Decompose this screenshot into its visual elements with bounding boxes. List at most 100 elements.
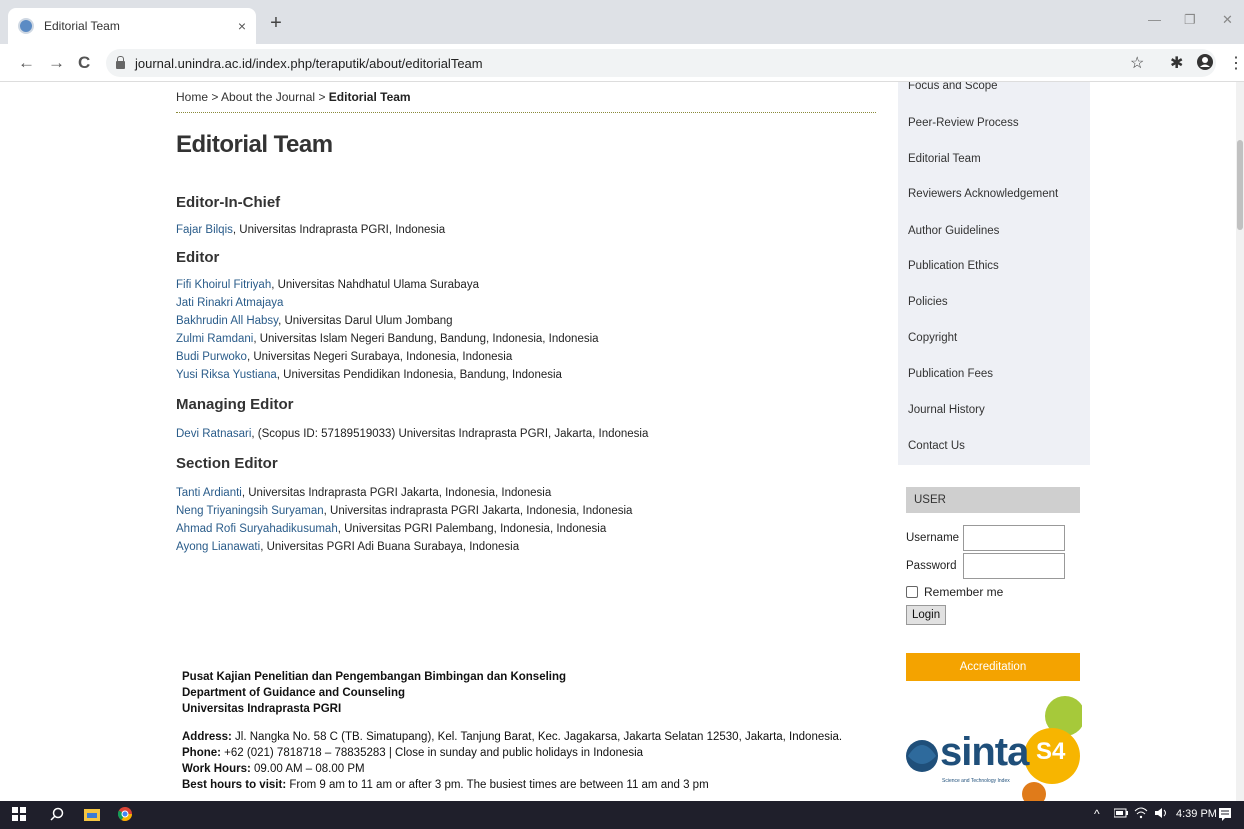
- breadcrumb-current: Editorial Team: [328, 90, 411, 104]
- person-name-link[interactable]: Neng Triyaningsih Suryaman: [176, 505, 324, 517]
- person-name-link[interactable]: Bakhrudin All Habsy: [176, 315, 278, 327]
- sidebar-item-contact-us[interactable]: Contact Us: [908, 440, 965, 452]
- file-explorer-icon[interactable]: [84, 807, 100, 824]
- list-item: Yusi Riksa Yustiana, Universitas Pendidi…: [176, 366, 876, 384]
- list-item: Fajar Bilqis, Universitas Indraprasta PG…: [176, 221, 876, 239]
- volume-icon[interactable]: [1154, 807, 1168, 822]
- hours-value: 09.00 AM – 08.00 PM: [250, 763, 365, 775]
- sidebar-item-publication-fees[interactable]: Publication Fees: [908, 368, 993, 380]
- tab-close-icon[interactable]: ×: [238, 18, 246, 34]
- sidebar-item-policies[interactable]: Policies: [908, 296, 948, 308]
- footer-university: Universitas Indraprasta PGRI: [182, 703, 342, 715]
- hours-label: Work Hours:: [182, 763, 251, 775]
- sidebar-item-peer-review[interactable]: Peer-Review Process: [908, 117, 1019, 129]
- remember-me-row: Remember me: [906, 585, 1080, 599]
- section-heading-managing-editor: Managing Editor: [176, 396, 294, 413]
- password-row: Password: [906, 553, 1080, 579]
- bookmark-star-icon[interactable]: ☆: [1130, 53, 1144, 73]
- tab-title: Editorial Team: [44, 19, 120, 33]
- affiliation: , Universitas Indraprasta PGRI, Indonesi…: [232, 224, 446, 236]
- password-label: Password: [906, 560, 957, 572]
- person-name-link[interactable]: Ahmad Rofi Suryahadikusumah: [176, 523, 338, 535]
- affiliation: , Universitas Darul Ulum Jombang: [278, 315, 453, 327]
- person-name-link[interactable]: Zulmi Ramdani: [176, 333, 253, 345]
- extensions-icon[interactable]: ✱: [1170, 53, 1183, 73]
- browser-tab[interactable]: Editorial Team ×: [8, 8, 256, 44]
- list-item: Fifi Khoirul Fitriyah, Universitas Nahdh…: [176, 276, 876, 294]
- back-icon[interactable]: ←: [18, 53, 35, 73]
- lock-icon: [116, 56, 125, 69]
- footer-institute: Pusat Kajian Penelitian dan Pengembangan…: [182, 671, 567, 683]
- remember-me-checkbox[interactable]: [906, 586, 918, 598]
- page-scrollbar[interactable]: [1236, 82, 1244, 801]
- footer-department: Department of Guidance and Counseling: [182, 687, 405, 699]
- affiliation: , Universitas Pendidikan Indonesia, Band…: [276, 369, 562, 381]
- sidebar-item-editorial-team[interactable]: Editorial Team: [908, 153, 981, 165]
- tray-expand-icon[interactable]: ^: [1094, 807, 1100, 821]
- page-content: Home > About the Journal > Editorial Tea…: [0, 82, 1244, 801]
- windows-start-icon[interactable]: [12, 807, 26, 824]
- minimize-icon[interactable]: —: [1148, 12, 1161, 27]
- list-item: Bakhrudin All Habsy, Universitas Darul U…: [176, 312, 876, 330]
- restore-icon[interactable]: ❐: [1184, 12, 1196, 28]
- footer-best-hours: Best hours to visit: From 9 am to 11 am …: [182, 777, 882, 793]
- affiliation: , Universitas Islam Negeri Bandung, Band…: [253, 333, 599, 345]
- user-login-box: USER Username Password Remember me Login: [906, 487, 1080, 625]
- login-button[interactable]: Login: [906, 605, 947, 625]
- reload-icon[interactable]: C: [78, 53, 90, 73]
- sidebar-item-publication-ethics[interactable]: Publication Ethics: [908, 260, 999, 272]
- sinta-badge-text: S4: [1036, 738, 1066, 765]
- breadcrumb-about[interactable]: About the Journal: [221, 90, 315, 104]
- browser-menu-icon[interactable]: ⋮: [1228, 53, 1244, 73]
- affiliation: , Universitas Negeri Surabaya, Indonesia…: [246, 351, 513, 363]
- battery-icon[interactable]: [1113, 807, 1128, 821]
- scrollbar-thumb[interactable]: [1237, 140, 1243, 230]
- sidebar-item-author-guidelines[interactable]: Author Guidelines: [908, 225, 999, 237]
- page-title: Editorial Team: [176, 131, 333, 158]
- phone-label: Phone:: [182, 747, 221, 759]
- clock-time[interactable]: 4:39 PM: [1176, 808, 1217, 820]
- new-tab-button[interactable]: +: [264, 12, 288, 35]
- window-close-icon[interactable]: ✕: [1222, 12, 1233, 28]
- notifications-icon[interactable]: [1218, 807, 1232, 824]
- username-input[interactable]: [963, 525, 1065, 551]
- list-item: Tanti Ardianti, Universitas Indraprasta …: [176, 484, 876, 502]
- person-name-link[interactable]: Fajar Bilqis: [176, 224, 233, 236]
- affiliation: , Universitas Nahdhatul Ulama Surabaya: [271, 279, 479, 291]
- address-bar[interactable]: journal.unindra.ac.id/index.php/teraputi…: [106, 49, 1216, 77]
- main-content: Home > About the Journal > Editorial Tea…: [176, 82, 876, 791]
- user-heading: USER: [906, 487, 1080, 513]
- sinta-s4-logo[interactable]: sinta S4 Science and Technology Index: [902, 694, 1085, 801]
- username-label: Username: [906, 532, 960, 544]
- page-footer: Pusat Kajian Penelitian dan Pengembangan…: [182, 669, 882, 793]
- url-text: journal.unindra.ac.id/index.php/teraputi…: [135, 55, 483, 71]
- sinta-logo-text: sinta: [940, 730, 1029, 774]
- list-item: Budi Purwoko, Universitas Negeri Surabay…: [176, 348, 876, 366]
- search-icon[interactable]: [50, 807, 64, 824]
- person-name-link[interactable]: Budi Purwoko: [176, 351, 247, 363]
- profile-icon[interactable]: [1196, 53, 1214, 76]
- section-heading-editor-in-chief: Editor-In-Chief: [176, 194, 281, 211]
- password-input[interactable]: [963, 553, 1065, 579]
- sidebar-item-copyright[interactable]: Copyright: [908, 332, 957, 344]
- person-name-link[interactable]: Yusi Riksa Yustiana: [176, 369, 277, 381]
- sidebar-item-journal-history[interactable]: Journal History: [908, 404, 985, 416]
- footer-phone: Phone: +62 (021) 7818718 – 78835283 | Cl…: [182, 745, 882, 761]
- sinta-subtitle: Science and Technology Index: [942, 778, 1010, 784]
- person-name-link[interactable]: Ayong Lianawati: [176, 541, 260, 553]
- person-name-link[interactable]: Jati Rinakri Atmajaya: [176, 297, 283, 309]
- sidebar-item-reviewers[interactable]: Reviewers Acknowledgement: [908, 188, 1058, 200]
- breadcrumb-home[interactable]: Home: [176, 90, 208, 104]
- list-item: Ahmad Rofi Suryahadikusumah, Universitas…: [176, 520, 876, 538]
- person-name-link[interactable]: Tanti Ardianti: [176, 487, 242, 499]
- chrome-icon[interactable]: [117, 807, 132, 824]
- sidebar-item-focus-scope[interactable]: Focus and Scope: [908, 82, 998, 92]
- person-name-link[interactable]: Devi Ratnasari: [176, 428, 251, 440]
- phone-value: +62 (021) 7818718 – 78835283 | Close in …: [220, 747, 644, 759]
- wifi-icon[interactable]: [1134, 807, 1148, 822]
- forward-icon[interactable]: →: [48, 53, 65, 73]
- username-row: Username: [906, 525, 1080, 551]
- list-item: Neng Triyaningsih Suryaman, Universitas …: [176, 502, 876, 520]
- affiliation: , Universitas PGRI Palembang, Indonesia,…: [337, 523, 607, 535]
- person-name-link[interactable]: Fifi Khoirul Fitriyah: [176, 279, 271, 291]
